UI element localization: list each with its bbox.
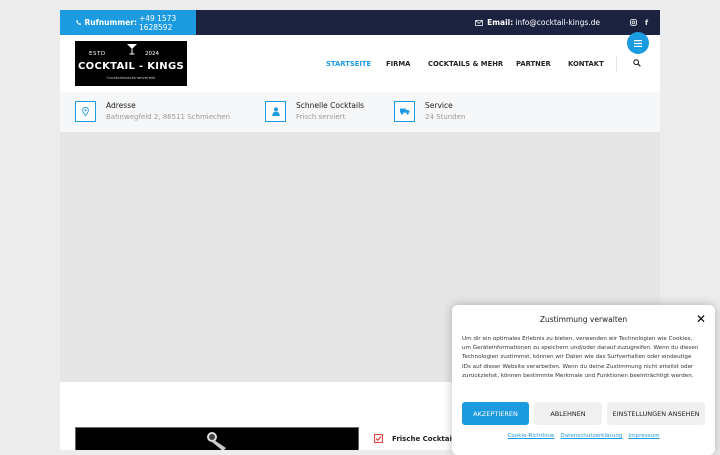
- info-value: Bahnwegfeld 2, 86511 Schmiechen: [106, 113, 231, 121]
- info-item-address: Adresse Bahnwegfeld 2, 86511 Schmiechen: [75, 101, 230, 124]
- accept-button[interactable]: AKZEPTIEREN: [462, 402, 529, 425]
- consent-text: Um dir ein optimales Erlebnis zu bieten,…: [462, 336, 699, 379]
- info-item-cocktails: Schnelle Cocktails Frisch serviert: [265, 101, 364, 124]
- truck-icon: [399, 108, 410, 115]
- nav-item-cocktails[interactable]: COCKTAILS & MEHR: [428, 60, 503, 68]
- info-value: Frisch serviert: [296, 113, 346, 121]
- phone-value: +49 1573 1628592: [138, 13, 177, 32]
- cookie-consent-dialog: Zustimmung verwalten ✕ Um dir ein optima…: [452, 305, 715, 455]
- map-pin-icon: [82, 107, 89, 116]
- nav-item-partner[interactable]: PARTNER: [516, 60, 551, 68]
- info-icon-box: [75, 101, 96, 122]
- feature-item: Frische Cocktails: [374, 434, 458, 443]
- feature-label: Frische Cocktails: [392, 434, 459, 443]
- search-icon[interactable]: [633, 59, 641, 67]
- phone-icon: [76, 20, 82, 25]
- site-header: ESTD 2024 COCKTAIL - KINGS Cocktailmasch…: [60, 32, 660, 92]
- deny-button[interactable]: ABLEHNEN: [534, 402, 602, 425]
- info-value: 24 Stunden: [425, 113, 466, 121]
- nav-divider: [616, 56, 617, 72]
- email-label: Email:: [487, 18, 514, 27]
- consent-title: Zustimmung verwalten: [539, 315, 628, 324]
- consent-links: Cookie-Richtlinie Datenschutzerklärung I…: [452, 433, 715, 439]
- nav-item-startseite[interactable]: STARTSEITE: [326, 60, 371, 68]
- cookie-policy-link[interactable]: Cookie-Richtlinie: [507, 433, 554, 439]
- cocktail-image: [75, 427, 359, 450]
- nav-item-kontakt[interactable]: KONTAKT: [568, 60, 604, 68]
- info-bar: Adresse Bahnwegfeld 2, 86511 Schmiechen …: [60, 92, 660, 132]
- info-title: Schnelle Cocktails: [296, 101, 365, 110]
- info-title: Service: [425, 101, 453, 110]
- email-value: info@cocktail-kings.de: [515, 18, 600, 27]
- nav-item-firma[interactable]: FIRMA: [386, 60, 410, 68]
- info-item-service: Service 24 Stunden: [394, 101, 465, 124]
- user-icon: [271, 107, 280, 116]
- phone-contact[interactable]: Rufnummer: +49 1573 1628592: [60, 10, 196, 35]
- info-title: Adresse: [106, 101, 136, 110]
- checkbox-icon: [374, 434, 383, 443]
- facebook-icon[interactable]: f: [645, 19, 648, 27]
- menu-toggle-button[interactable]: [627, 32, 649, 54]
- main-nav: STARTSEITE FIRMA COCKTAILS & MEHR PARTNE…: [60, 35, 660, 92]
- cocktail-shaker-icon: [207, 432, 226, 450]
- imprint-link[interactable]: Impressum: [628, 433, 659, 439]
- instagram-icon[interactable]: [630, 19, 637, 26]
- phone-label: Rufnummer:: [84, 18, 137, 27]
- top-bar: Rufnummer: +49 1573 1628592 Email: info@…: [60, 10, 660, 35]
- info-icon-box: [265, 101, 286, 122]
- privacy-link[interactable]: Datenschutzerklärung: [560, 433, 622, 439]
- hamburger-icon: [634, 39, 642, 47]
- email-contact[interactable]: Email: info@cocktail-kings.de: [475, 10, 600, 35]
- close-icon[interactable]: ✕: [696, 313, 706, 325]
- info-icon-box: [394, 101, 415, 122]
- view-settings-button[interactable]: EINSTELLUNGEN ANSEHEN: [607, 402, 705, 425]
- envelope-icon: [475, 19, 483, 26]
